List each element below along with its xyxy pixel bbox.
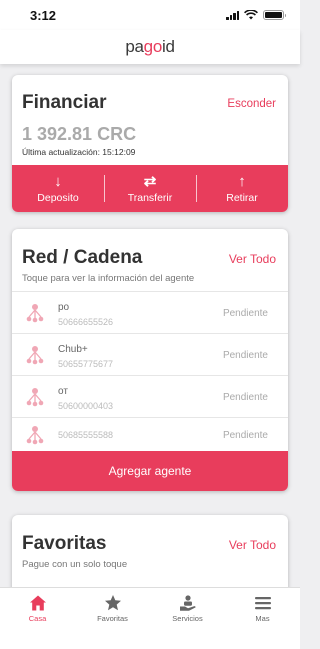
red-cadena-card: Red / Cadena Ver Todo Toque para ver la … — [12, 229, 288, 491]
financiar-card: Financiar Esconder 1 392.81 CRC Última a… — [12, 75, 288, 212]
pagoid-logo: pagoid — [125, 37, 175, 56]
withdraw-label: Retirar — [226, 192, 258, 204]
cellular-signal-icon — [226, 10, 239, 20]
tab-mas[interactable]: Mas — [225, 588, 300, 649]
tab-favoritas[interactable]: Favoritas — [75, 588, 150, 649]
agent-name: от — [58, 386, 68, 397]
agent-name: po — [58, 302, 70, 313]
bottom-tab-bar: Casa Favoritas Servicios Mas — [0, 587, 300, 649]
status-bar: 3:12 — [0, 0, 300, 30]
agent-row[interactable]: 50685555588 Pendiente — [12, 417, 288, 451]
deposit-button[interactable]: ↓ Deposito — [12, 165, 104, 212]
app-header: pagoid — [0, 30, 300, 64]
agent-status: Pendiente — [222, 430, 268, 441]
balance-amount: 1 392.81 CRC — [22, 124, 137, 144]
red-view-all-link[interactable]: Ver Todo — [229, 252, 276, 266]
favoritas-view-all-link[interactable]: Ver Todo — [229, 538, 276, 552]
favoritas-subtitle: Pague con un solo toque — [22, 559, 128, 570]
transfer-label: Transferir — [127, 192, 173, 204]
home-icon — [29, 595, 46, 611]
hide-balance-link[interactable]: Esconder — [227, 98, 276, 110]
hand-service-icon — [179, 595, 196, 611]
agent-phone: 50666655526 — [58, 317, 114, 327]
tab-label: Servicios — [172, 614, 203, 623]
tab-casa[interactable]: Casa — [0, 588, 75, 649]
tab-label: Favoritas — [97, 614, 128, 623]
tab-servicios[interactable]: Servicios — [150, 588, 225, 649]
agent-network-icon — [26, 346, 44, 365]
arrow-down-icon: ↓ — [54, 173, 62, 190]
wifi-icon — [244, 10, 258, 20]
agent-network-icon — [26, 426, 44, 445]
favoritas-title: Favoritas — [22, 533, 107, 554]
last-update-text: Última actualización: 15:12:09 — [22, 147, 136, 157]
transfer-arrows-icon: ⇄ — [143, 173, 157, 190]
agent-list: po 50666655526 Pendiente Chub+ 506557756… — [12, 291, 288, 451]
battery-icon — [263, 10, 286, 20]
deposit-label: Deposito — [37, 192, 79, 204]
financiar-title: Financiar — [22, 92, 107, 113]
agent-phone: 50685555588 — [58, 430, 114, 440]
agent-status: Pendiente — [222, 308, 268, 319]
agent-row[interactable]: po 50666655526 Pendiente — [12, 291, 288, 333]
agent-network-icon — [26, 304, 44, 323]
agent-phone: 50655775677 — [58, 359, 114, 369]
agent-row[interactable]: от 50600000403 Pendiente — [12, 375, 288, 417]
add-agent-button[interactable]: Agregar agente — [12, 451, 288, 491]
agent-network-icon — [26, 388, 44, 407]
agent-status: Pendiente — [222, 350, 268, 361]
menu-icon — [254, 597, 271, 610]
withdraw-button[interactable]: ↑ Retirar — [196, 165, 288, 212]
agent-phone: 50600000403 — [58, 401, 114, 411]
transfer-button[interactable]: ⇄ Transferir — [104, 165, 196, 212]
red-cadena-title: Red / Cadena — [22, 247, 143, 268]
tab-label: Casa — [28, 614, 47, 623]
tab-label: Mas — [255, 614, 270, 623]
financiar-actions: ↓ Deposito ⇄ Transferir ↑ Retirar — [12, 165, 288, 212]
agent-name: Chub+ — [58, 344, 88, 355]
agent-row[interactable]: Chub+ 50655775677 Pendiente — [12, 333, 288, 375]
star-icon — [104, 595, 121, 611]
red-subtitle: Toque para ver la información del agente — [22, 273, 195, 284]
status-time: 3:12 — [30, 7, 57, 23]
status-icons — [226, 10, 286, 20]
arrow-up-icon: ↑ — [238, 173, 246, 190]
agent-status: Pendiente — [222, 392, 268, 403]
